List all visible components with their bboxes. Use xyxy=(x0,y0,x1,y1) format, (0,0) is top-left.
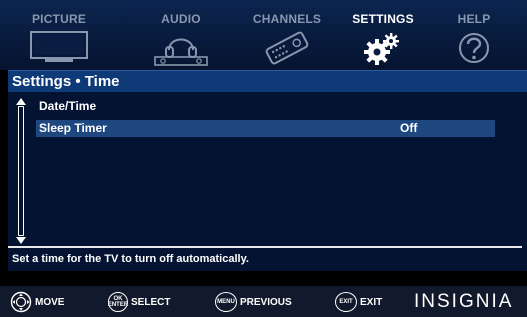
settings-panel: Settings • Time Date/Time Sleep Timer Of… xyxy=(8,70,527,271)
panel-header: Settings • Time xyxy=(8,70,527,92)
tab-audio[interactable]: AUDIO xyxy=(140,0,222,70)
remote-control-icon xyxy=(265,31,309,65)
tab-picture[interactable]: PICTURE xyxy=(18,0,100,70)
tab-settings-label: SETTINGS xyxy=(352,12,414,26)
menu-tab-bar: PICTURE AUDIO CHANNELS SETTINGS HELP xyxy=(0,0,527,70)
gears-icon xyxy=(364,33,399,65)
menu-item-label: Date/Time xyxy=(39,99,97,113)
hint-previous: MENU PREVIOUS xyxy=(215,292,292,312)
brand-logo: INSIGNIA xyxy=(414,291,514,312)
divider xyxy=(8,246,522,248)
enter-text: ENTER xyxy=(107,302,129,308)
help-icon xyxy=(459,33,489,63)
menu-item-label: Sleep Timer xyxy=(39,121,107,135)
hint-exit-label: EXIT xyxy=(360,296,383,308)
tab-picture-label: PICTURE xyxy=(31,12,87,26)
scroll-down-arrow-icon[interactable] xyxy=(16,237,26,244)
tab-help-label: HELP xyxy=(457,12,491,26)
tab-audio-label: AUDIO xyxy=(161,12,201,26)
tv-icon xyxy=(30,31,88,62)
scrollbar[interactable] xyxy=(16,98,26,244)
scroll-up-arrow-icon[interactable] xyxy=(16,98,26,105)
hint-exit: EXIT EXIT xyxy=(335,292,382,312)
exit-button-icon: EXIT xyxy=(335,292,357,312)
menu-text: MENU xyxy=(217,299,235,305)
help-description: Set a time for the TV to turn off automa… xyxy=(12,253,249,265)
menu-button-icon: MENU xyxy=(215,292,237,312)
tab-channels[interactable]: CHANNELS xyxy=(238,0,336,70)
hint-move-label: MOVE xyxy=(35,296,65,308)
hint-move: MOVE xyxy=(10,291,65,313)
hint-previous-label: PREVIOUS xyxy=(240,296,292,308)
page-title: Settings • Time xyxy=(12,73,120,90)
menu-item-sleep-timer[interactable]: Sleep Timer Off xyxy=(36,120,495,137)
hint-select-label: SELECT xyxy=(131,296,171,308)
scroll-track[interactable] xyxy=(18,106,24,236)
exit-text: EXIT xyxy=(339,299,353,305)
hint-select: OK ENTER SELECT xyxy=(108,292,170,312)
tab-channels-label: CHANNELS xyxy=(252,12,322,26)
menu-item-date-time[interactable]: Date/Time xyxy=(36,98,495,115)
headphones-icon xyxy=(154,38,208,66)
tab-help[interactable]: HELP xyxy=(444,0,504,70)
remote-hint-bar: MOVE OK ENTER SELECT MENU PREVIOUS EXIT … xyxy=(0,286,527,317)
dpad-icon xyxy=(10,291,32,313)
tab-settings[interactable]: SETTINGS xyxy=(338,0,428,70)
sleep-timer-value: Off xyxy=(400,121,418,135)
ok-enter-button-icon: OK ENTER xyxy=(108,292,128,312)
